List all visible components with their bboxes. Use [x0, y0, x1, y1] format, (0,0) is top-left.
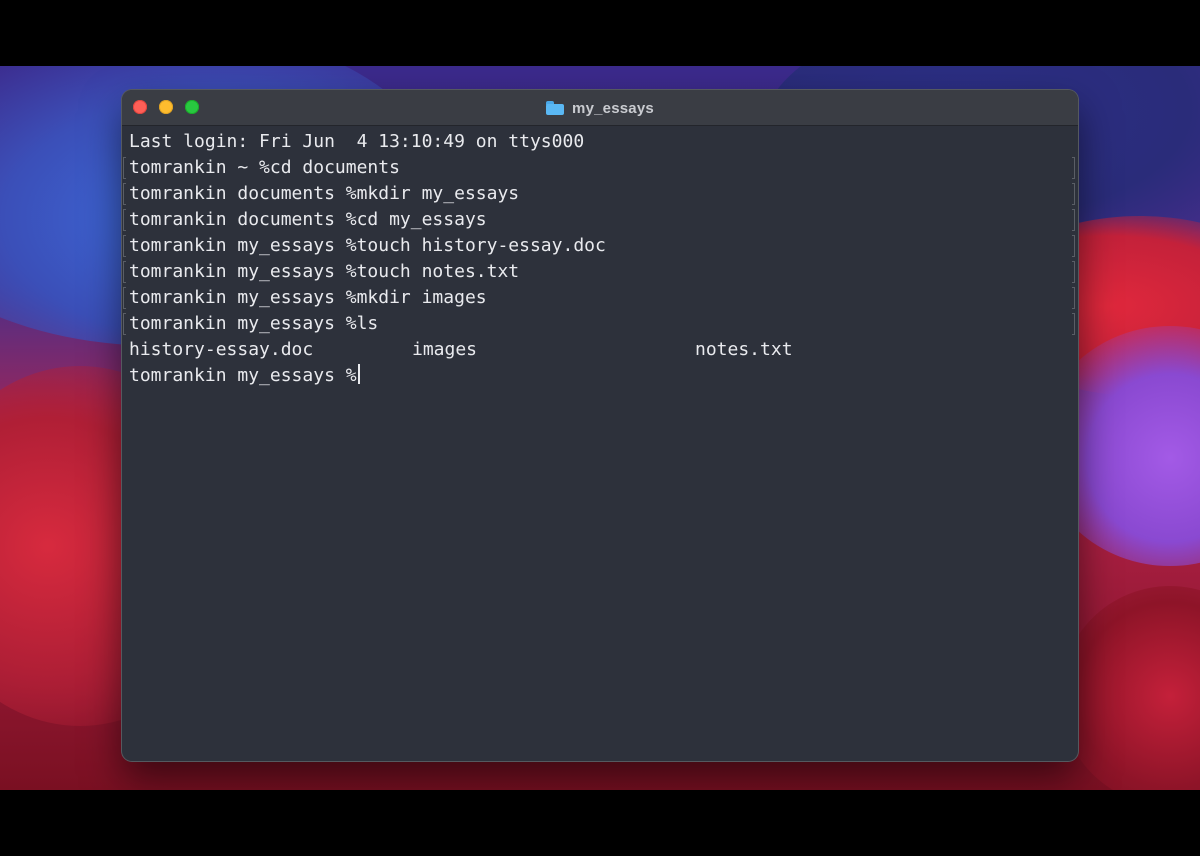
command-mark	[1072, 235, 1075, 257]
window-title-group: my_essays	[122, 90, 1078, 126]
command-mark	[123, 287, 126, 309]
command-mark	[1072, 287, 1075, 309]
window-title: my_essays	[572, 99, 654, 117]
command-line: tomrankin my_essays %ls	[129, 313, 379, 334]
command-line: tomrankin documents %cd my_essays	[129, 209, 487, 230]
command-mark	[1072, 209, 1075, 231]
current-prompt-line[interactable]: tomrankin my_essays %	[129, 363, 360, 389]
command-line: tomrankin ~ %cd documents	[129, 157, 400, 178]
command-mark	[123, 157, 126, 179]
command-mark	[123, 183, 126, 205]
last-login-line: Last login: Fri Jun 4 13:10:49 on ttys00…	[129, 131, 585, 152]
command-line: tomrankin my_essays %touch history-essay…	[129, 235, 606, 256]
command-line: tomrankin documents %mkdir my_essays	[129, 183, 520, 204]
command-mark	[123, 313, 126, 335]
text-cursor	[357, 364, 360, 384]
terminal-window[interactable]: my_essays Last login: Fri Jun 4 13:10:49…	[122, 90, 1078, 761]
command-mark	[1072, 157, 1075, 179]
ls-output-item: images	[412, 339, 478, 360]
command-mark	[123, 235, 126, 257]
command-mark	[123, 209, 126, 231]
command-mark	[123, 261, 126, 283]
title-bar[interactable]: my_essays	[122, 90, 1078, 126]
folder-icon	[546, 101, 565, 115]
terminal-content[interactable]: Last login: Fri Jun 4 13:10:49 on ttys00…	[122, 127, 1078, 761]
command-mark	[1072, 313, 1075, 335]
ls-output-item: notes.txt	[695, 339, 793, 360]
command-mark	[1072, 183, 1075, 205]
letterbox-bottom	[0, 790, 1200, 856]
letterbox-top	[0, 0, 1200, 66]
prompt-text: tomrankin my_essays %	[129, 365, 357, 386]
ls-output-item: history-essay.doc	[129, 339, 314, 360]
command-mark	[1072, 261, 1075, 283]
command-line: tomrankin my_essays %mkdir images	[129, 287, 487, 308]
command-line: tomrankin my_essays %touch notes.txt	[129, 261, 520, 282]
